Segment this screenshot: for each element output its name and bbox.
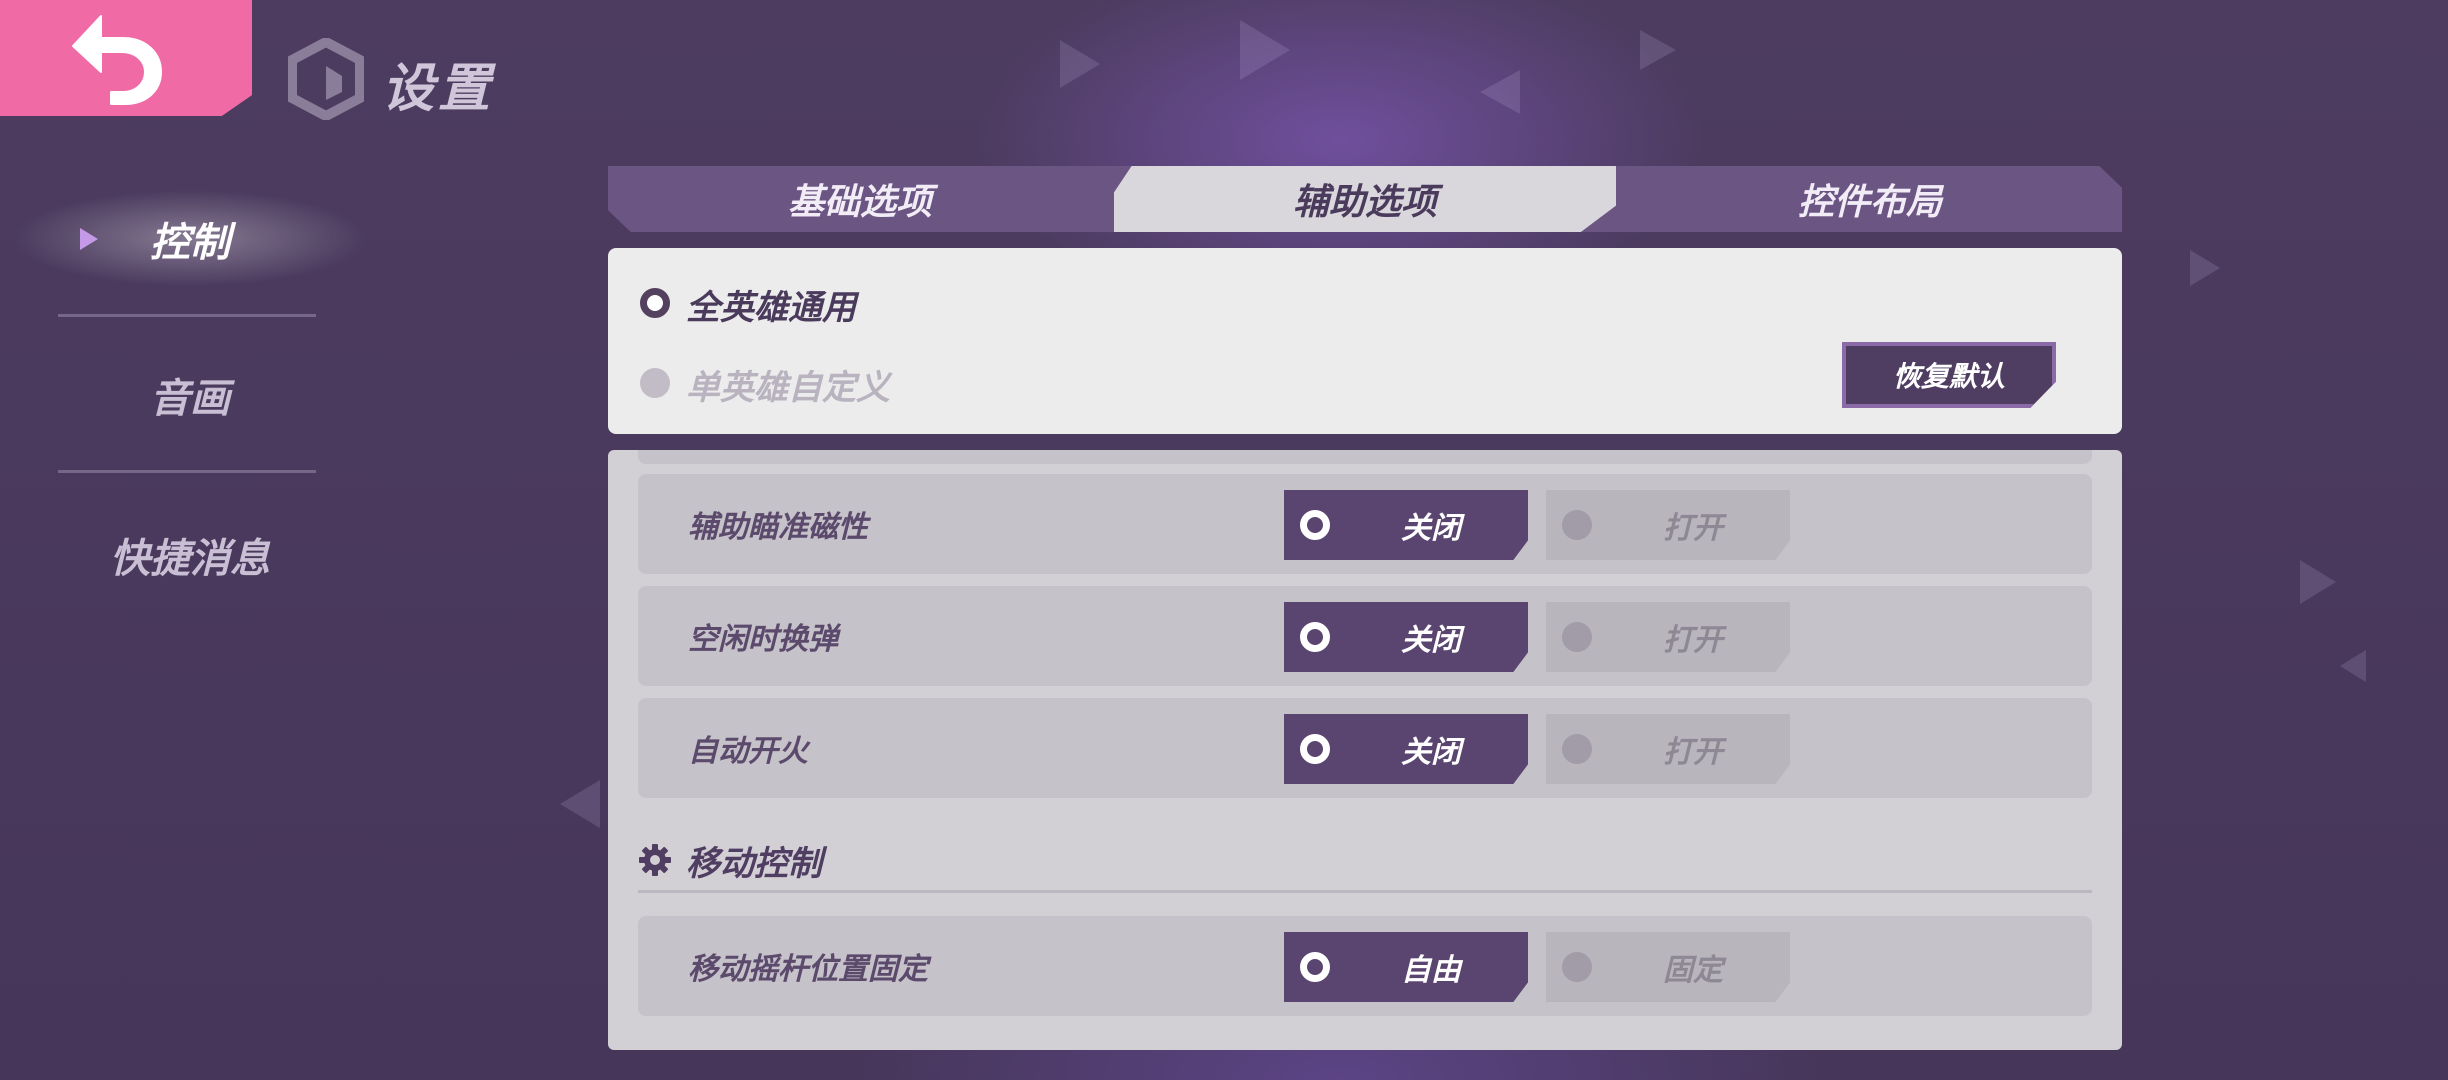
option-on[interactable]: 打开 [1546, 602, 1790, 672]
section-divider [638, 890, 2092, 893]
radio-all-heroes[interactable] [640, 288, 670, 318]
option-on[interactable]: 打开 [1546, 714, 1790, 784]
radio-icon [1562, 734, 1592, 764]
back-button[interactable] [0, 0, 252, 116]
radio-single-hero[interactable] [640, 368, 670, 398]
decor-triangle [560, 780, 600, 828]
option-label: 固定 [1663, 953, 1723, 988]
setting-label: 辅助瞄准磁性 [688, 510, 868, 545]
gear-icon [639, 844, 671, 876]
setting-row-auto-fire: 自动开火 关闭 打开 [638, 698, 2092, 798]
sidebar-divider [58, 470, 316, 473]
decor-triangle [1640, 30, 1676, 70]
option-label: 打开 [1663, 735, 1723, 770]
setting-row-joystick-fixed: 移动摇杆位置固定 自由 固定 [638, 916, 2092, 1016]
setting-label: 自动开火 [688, 734, 808, 769]
decor-triangle [2340, 650, 2366, 682]
tab-assist-options[interactable]: 辅助选项 [1114, 166, 1616, 232]
option-off[interactable]: 关闭 [1284, 602, 1528, 672]
radio-icon [1300, 734, 1330, 764]
setting-row-idle-reload: 空闲时换弹 关闭 打开 [638, 586, 2092, 686]
option-label: 关闭 [1401, 623, 1461, 658]
sidebar-item-audio-video[interactable]: 音画 [0, 366, 380, 424]
option-on[interactable]: 打开 [1546, 490, 1790, 560]
tab-control-layout[interactable]: 控件布局 [1618, 166, 2122, 232]
decor-triangle [1060, 40, 1100, 88]
setting-row-aim-magnetism: 辅助瞄准磁性 关闭 打开 [638, 474, 2092, 574]
setting-label: 移动摇杆位置固定 [688, 952, 928, 987]
section-header-movement: 移动控制 [638, 830, 822, 890]
sidebar-item-control[interactable]: 控制 [0, 210, 380, 268]
radio-icon [1562, 622, 1592, 652]
game-logo-icon [288, 38, 364, 120]
restore-default-button[interactable]: 恢复默认 [1842, 342, 2056, 408]
option-label: 打开 [1663, 511, 1723, 546]
option-label: 打开 [1663, 623, 1723, 658]
decor-triangle [1240, 20, 1290, 80]
mode-label-all-heroes[interactable]: 全英雄通用 [686, 280, 856, 329]
option-label: 自由 [1401, 953, 1461, 988]
option-off[interactable]: 关闭 [1284, 714, 1528, 784]
setting-label: 空闲时换弹 [688, 622, 838, 657]
sidebar-item-quick-messages[interactable]: 快捷消息 [0, 526, 380, 584]
mode-label-single-hero[interactable]: 单英雄自定义 [686, 360, 890, 409]
radio-icon [1562, 510, 1592, 540]
decor-triangle [2190, 250, 2220, 286]
page-title: 设置 [382, 59, 495, 119]
option-fixed[interactable]: 固定 [1546, 932, 1790, 1002]
tab-basic-options[interactable]: 基础选项 [608, 166, 1112, 232]
settings-list-panel: 辅助瞄准磁性 关闭 打开 空闲时换弹 关闭 打开 自动开火 关闭 打开 移动控制… [608, 450, 2122, 1050]
section-title: 移动控制 [686, 843, 822, 884]
sidebar-divider [58, 314, 316, 317]
list-item-partial [638, 450, 2092, 464]
radio-icon [1300, 622, 1330, 652]
option-off[interactable]: 关闭 [1284, 490, 1528, 560]
radio-icon [1562, 952, 1592, 982]
radio-icon [1300, 510, 1330, 540]
decor-triangle [2300, 560, 2336, 604]
option-free[interactable]: 自由 [1284, 932, 1528, 1002]
decor-triangle [1480, 70, 1520, 114]
option-label: 关闭 [1401, 735, 1461, 770]
back-arrow-icon [72, 15, 162, 105]
option-label: 关闭 [1401, 511, 1461, 546]
radio-icon [1300, 952, 1330, 982]
